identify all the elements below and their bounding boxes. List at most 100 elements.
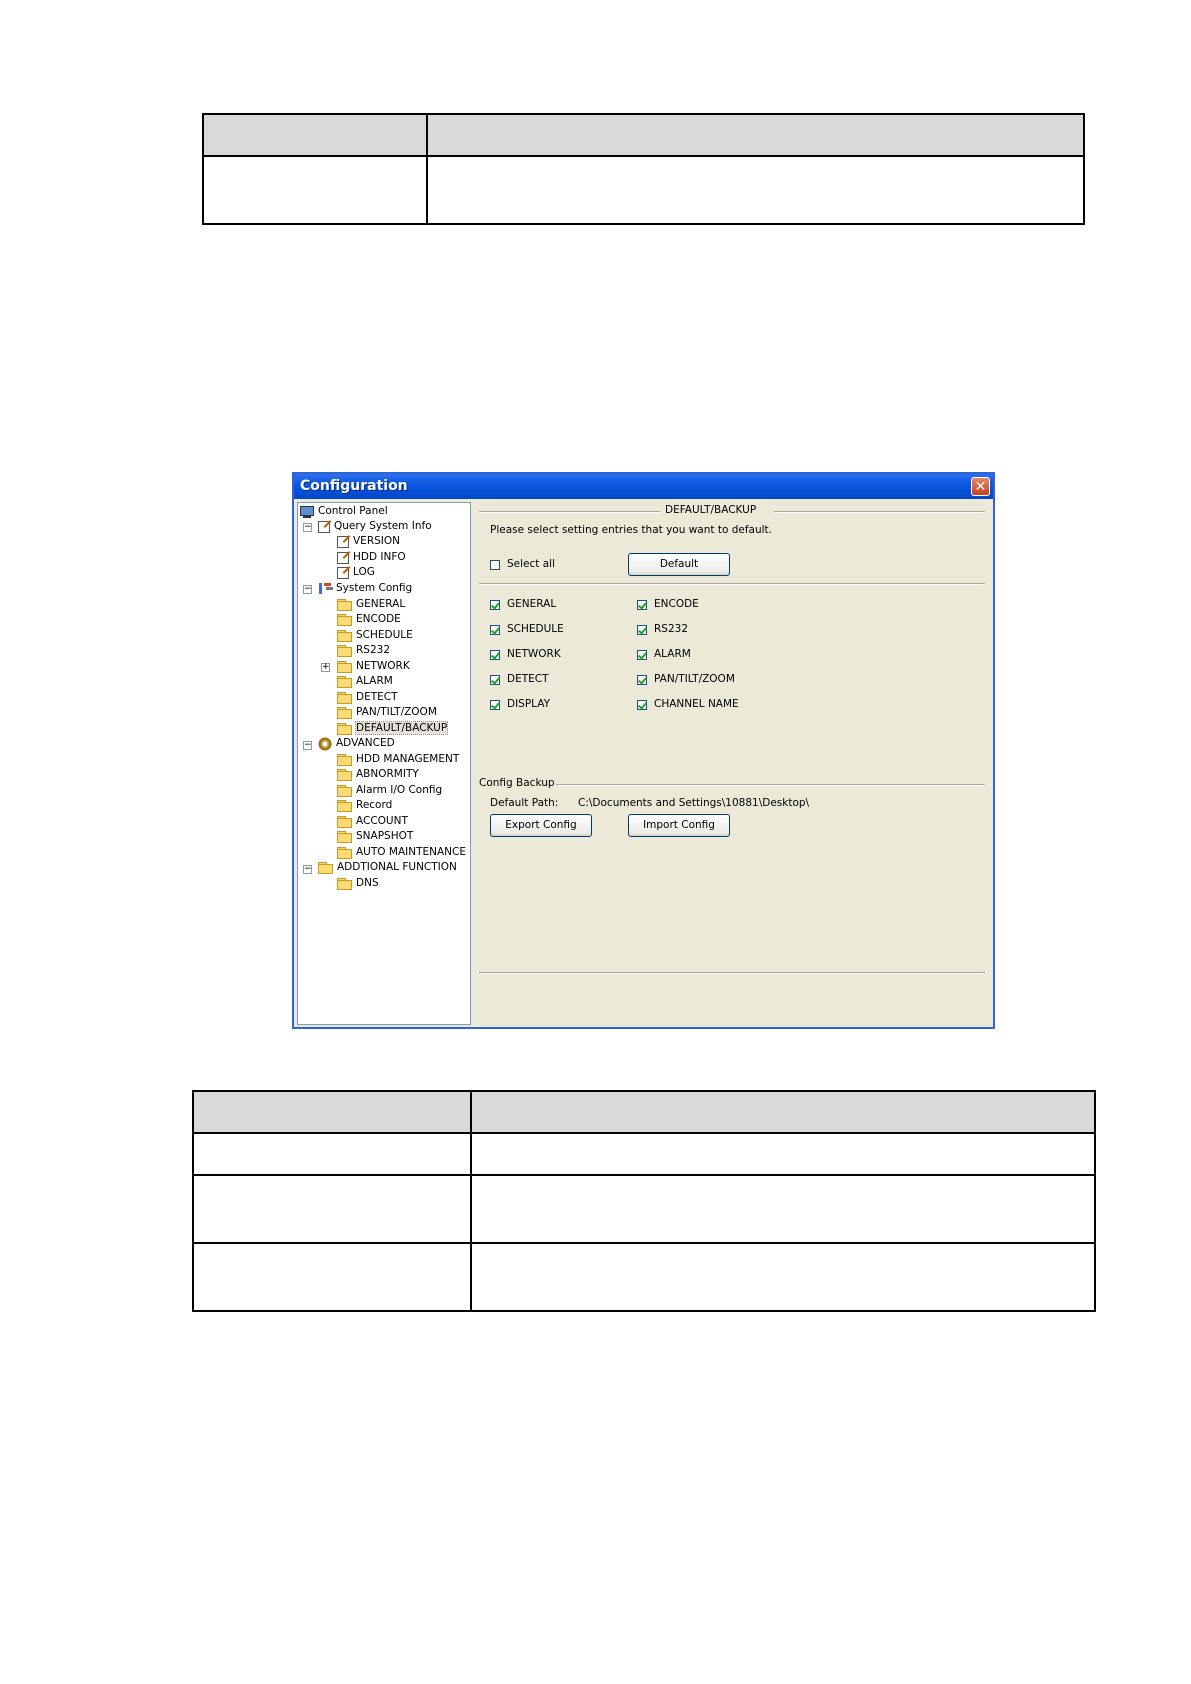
tree-label: Query System Info bbox=[334, 520, 432, 532]
divider bbox=[479, 583, 985, 585]
table-cell bbox=[470, 1242, 1096, 1312]
tree-item-snapshot[interactable]: SNAPSHOT bbox=[337, 829, 413, 844]
table-cell bbox=[426, 155, 1085, 225]
tree-label: PAN/TILT/ZOOM bbox=[356, 706, 437, 718]
tree-item-auto-maintenance[interactable]: AUTO MAINTENANCE bbox=[337, 845, 466, 860]
configuration-window: Configuration ✕ Control Panel − Query Sy… bbox=[292, 472, 995, 1029]
option-label: DETECT bbox=[507, 673, 549, 685]
tree-label: RS232 bbox=[356, 644, 391, 656]
tree-item-abnormity[interactable]: ABNORMITY bbox=[337, 767, 419, 782]
detect-checkbox[interactable] bbox=[490, 675, 500, 685]
table-cell bbox=[192, 1090, 472, 1134]
tree-label: SCHEDULE bbox=[356, 629, 413, 641]
folder-icon bbox=[337, 785, 352, 797]
tree-item-advanced[interactable]: ADVANCED bbox=[318, 736, 395, 751]
tools-icon bbox=[318, 582, 332, 595]
tree-item-encode[interactable]: ENCODE bbox=[337, 612, 401, 627]
tree-item-additional-function[interactable]: ADDTIONAL FUNCTION bbox=[318, 860, 457, 875]
folder-icon bbox=[337, 676, 352, 688]
table-row bbox=[192, 1242, 1096, 1312]
schedule-checkbox[interactable] bbox=[490, 625, 500, 635]
tree-label: LOG bbox=[353, 566, 375, 578]
table-cell bbox=[426, 113, 1085, 157]
tree-item-network[interactable]: NETWORK bbox=[337, 659, 410, 674]
close-button[interactable]: ✕ bbox=[971, 477, 990, 496]
alarm-checkbox[interactable] bbox=[637, 650, 647, 660]
collapse-toggle[interactable]: − bbox=[303, 523, 312, 532]
folder-icon bbox=[318, 862, 333, 874]
tree-label: Record bbox=[356, 799, 393, 811]
table-header-row bbox=[192, 1090, 1096, 1134]
edit-doc-icon bbox=[337, 551, 349, 564]
tree-label: ADDTIONAL FUNCTION bbox=[337, 861, 457, 873]
encode-checkbox[interactable] bbox=[637, 600, 647, 610]
collapse-toggle[interactable]: − bbox=[303, 585, 312, 594]
open-folder-icon bbox=[337, 723, 352, 735]
tree-item-system-config[interactable]: System Config bbox=[318, 581, 412, 596]
tree-item-alarm-io[interactable]: Alarm I/O Config bbox=[337, 783, 442, 798]
tree-label: ABNORMITY bbox=[356, 768, 419, 780]
select-all-checkbox[interactable] bbox=[490, 560, 500, 570]
network-checkbox[interactable] bbox=[490, 650, 500, 660]
section-title: DEFAULT/BACKUP bbox=[665, 504, 757, 516]
channel-name-checkbox[interactable] bbox=[637, 700, 647, 710]
tree-label: ALARM bbox=[356, 675, 393, 687]
option-label: CHANNEL NAME bbox=[654, 698, 739, 710]
tree-label: VERSION bbox=[353, 535, 400, 547]
tree-item-hdd-info[interactable]: HDD INFO bbox=[337, 550, 406, 565]
tree-item-account[interactable]: ACCOUNT bbox=[337, 814, 408, 829]
option-label: ALARM bbox=[654, 648, 691, 660]
option-label: RS232 bbox=[654, 623, 689, 635]
folder-icon bbox=[337, 614, 352, 626]
close-icon: ✕ bbox=[974, 478, 987, 494]
tree-item-schedule[interactable]: SCHEDULE bbox=[337, 628, 413, 643]
ptz-checkbox[interactable] bbox=[637, 675, 647, 685]
table-row bbox=[192, 1174, 1096, 1244]
select-all-label: Select all bbox=[507, 558, 555, 570]
tree-item-record[interactable]: Record bbox=[337, 798, 392, 813]
folder-icon bbox=[337, 630, 352, 642]
folder-icon bbox=[337, 816, 352, 828]
tree-item-general[interactable]: GENERAL bbox=[337, 597, 405, 612]
tree-item-dns[interactable]: DNS bbox=[337, 876, 379, 891]
collapse-toggle[interactable]: − bbox=[303, 741, 312, 750]
tree-item-ptz[interactable]: PAN/TILT/ZOOM bbox=[337, 705, 437, 720]
tree-label: AUTO MAINTENANCE bbox=[356, 846, 466, 858]
general-checkbox[interactable] bbox=[490, 600, 500, 610]
divider bbox=[556, 784, 985, 786]
divider bbox=[479, 511, 660, 513]
config-backup-heading: Config Backup bbox=[479, 777, 555, 789]
option-label: NETWORK bbox=[507, 648, 561, 660]
tree-item-rs232[interactable]: RS232 bbox=[337, 643, 390, 658]
tree-item-hdd-management[interactable]: HDD MANAGEMENT bbox=[337, 752, 459, 767]
default-button[interactable]: Default bbox=[628, 553, 730, 576]
collapse-toggle[interactable]: − bbox=[303, 865, 312, 874]
doc-table-bottom bbox=[192, 1090, 1096, 1312]
title-bar[interactable]: Configuration ✕ bbox=[294, 474, 993, 499]
folder-icon bbox=[337, 831, 352, 843]
tree-item-control-panel[interactable]: Control Panel bbox=[300, 504, 388, 519]
tree-item-log[interactable]: LOG bbox=[337, 565, 375, 580]
default-path-label: Default Path: bbox=[490, 797, 559, 809]
option-label: GENERAL bbox=[507, 598, 557, 610]
folder-icon bbox=[337, 847, 352, 859]
tree-label: HDD INFO bbox=[353, 551, 406, 563]
edit-doc-icon bbox=[318, 520, 330, 533]
import-config-button[interactable]: Import Config bbox=[628, 814, 730, 837]
folder-icon bbox=[337, 800, 352, 812]
expand-toggle[interactable]: + bbox=[321, 663, 330, 672]
tree-item-default-backup[interactable]: DEFAULT/BACKUP bbox=[337, 721, 449, 736]
doc-table-top bbox=[202, 113, 1085, 225]
export-config-button[interactable]: Export Config bbox=[490, 814, 592, 837]
display-checkbox[interactable] bbox=[490, 700, 500, 710]
tree-item-detect[interactable]: DETECT bbox=[337, 690, 398, 705]
option-label: DISPLAY bbox=[507, 698, 551, 710]
table-cell bbox=[192, 1174, 472, 1244]
folder-icon bbox=[337, 769, 352, 781]
default-path-value: C:\Documents and Settings\10881\Desktop\ bbox=[578, 797, 810, 809]
rs232-checkbox[interactable] bbox=[637, 625, 647, 635]
tree-item-alarm[interactable]: ALARM bbox=[337, 674, 393, 689]
tree-label: NETWORK bbox=[356, 660, 410, 672]
tree-item-version[interactable]: VERSION bbox=[337, 534, 400, 549]
tree-item-query-system-info[interactable]: Query System Info bbox=[318, 519, 432, 534]
